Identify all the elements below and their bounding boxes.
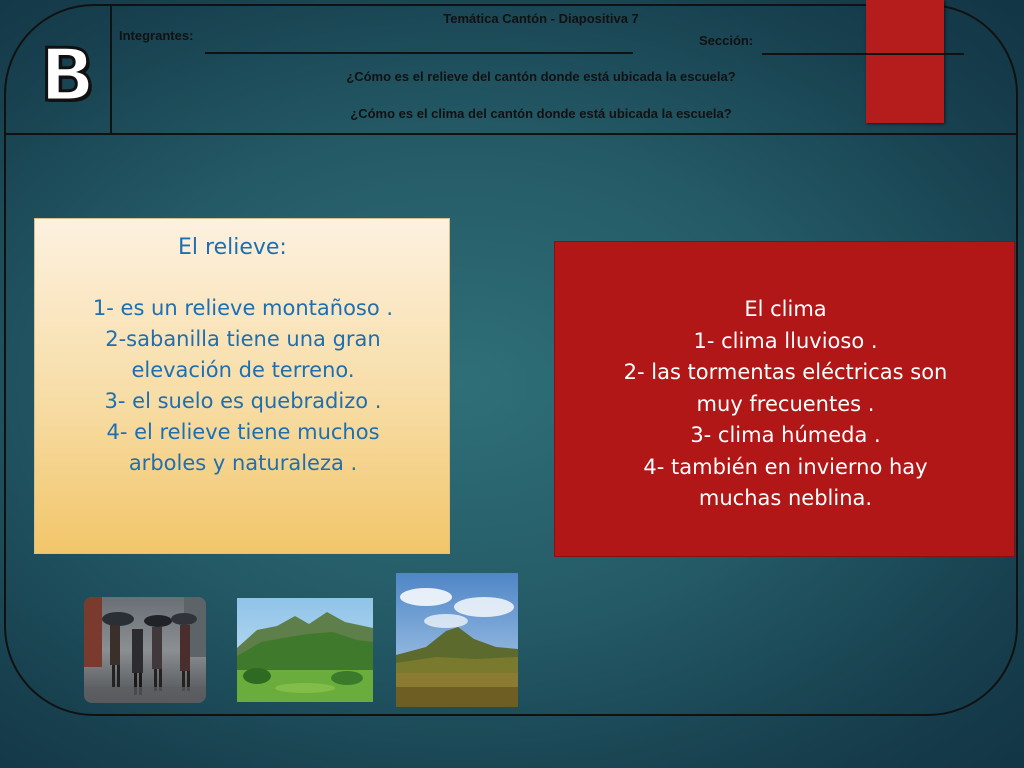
clima-line: El clima [744, 297, 827, 321]
seccion-field-line [762, 53, 964, 55]
relieve-line: 4- el relieve tiene muchos [106, 420, 380, 444]
question-clima: ¿Cómo es el clima del cantón donde está … [350, 106, 732, 121]
clima-line: 1- clima lluvioso . [693, 328, 878, 353]
slide-title: Temática Cantón - Diapositiva 7 [443, 11, 639, 26]
relieve-title: El relieve: [178, 235, 287, 260]
relieve-line: 2-sabanilla tiene una gran [105, 327, 381, 351]
clima-line: 3- clima húmeda . [690, 423, 881, 447]
integrantes-label: Integrantes: [119, 28, 194, 43]
relieve-line: 3- el suelo es quebradizo . [104, 389, 382, 413]
hill-landscape-photo [396, 573, 518, 707]
seccion-label: Sección: [699, 33, 754, 48]
clima-box: El clima 1- clima lluvioso . 2- las torm… [554, 241, 1015, 557]
logo-letter: B [39, 33, 97, 117]
clima-line: muchas neblina. [698, 486, 873, 510]
integrantes-field-line [205, 52, 633, 54]
header-divider [4, 133, 1018, 135]
clima-line: muy frecuentes . [696, 391, 875, 416]
rain-street-photo [84, 597, 206, 703]
green-mountains-photo [237, 598, 373, 702]
clima-list: El clima 1- clima lluvioso . 2- las torm… [555, 294, 1016, 515]
clima-line: 4- también en invierno hay [643, 454, 928, 479]
relieve-line: elevación de terreno. [131, 358, 355, 382]
relieve-list: 1- es un relieve montañoso . 2-sabanilla… [45, 293, 441, 479]
question-relieve: ¿Cómo es el relieve del cantón donde est… [346, 69, 736, 84]
clima-line: 2- las tormentas eléctricas son [623, 360, 948, 384]
relieve-line: 1- es un relieve montañoso . [92, 296, 394, 320]
relieve-line: arboles y naturaleza . [128, 451, 358, 475]
relieve-box: El relieve: 1- es un relieve montañoso .… [34, 218, 450, 554]
